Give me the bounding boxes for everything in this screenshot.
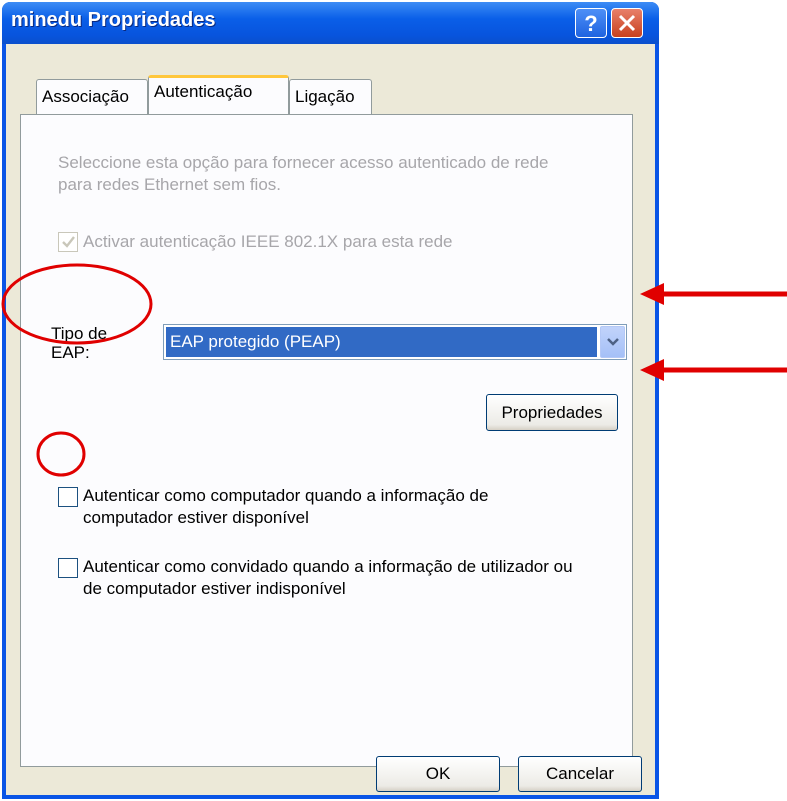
help-button[interactable]: ? (575, 8, 607, 38)
title-bar[interactable]: minedu Propriedades ? (2, 2, 659, 44)
enable-8021x-label: Activar autenticação IEEE 802.1X para es… (83, 232, 453, 251)
auth-as-guest-checkbox[interactable] (58, 558, 78, 578)
enable-8021x-checkbox[interactable] (58, 232, 78, 252)
eap-type-dropdown[interactable]: EAP protegido (PEAP) (163, 324, 627, 360)
tab-label: Ligação (295, 87, 355, 106)
properties-dialog: minedu Propriedades ? Associação Autenti… (2, 2, 659, 799)
auth-as-guest-label-line-2: de computador estiver indisponível (83, 579, 346, 598)
eap-type-label-line-1: Tipo de (51, 324, 108, 343)
eap-type-label-line-2: EAP: (51, 343, 90, 362)
auth-as-computer-label-line-2: computador estiver disponível (83, 508, 309, 527)
properties-button[interactable]: Propriedades (486, 394, 618, 431)
arrow-to-properties-icon (640, 359, 787, 381)
eap-type-selected-value: EAP protegido (PEAP) (166, 327, 597, 357)
dialog-body: Associação Autenticação Ligação Seleccio… (6, 44, 655, 795)
checkmark-icon (62, 236, 75, 248)
description-line-1: Seleccione esta opção para fornecer aces… (58, 153, 549, 172)
close-icon (618, 14, 636, 32)
help-icon: ? (584, 12, 597, 34)
window-title: minedu Propriedades (11, 9, 216, 31)
tab-autenticacao[interactable]: Autenticação (148, 75, 289, 114)
auth-as-guest-label-line-1: Autenticar como convidado quando a infor… (83, 557, 573, 576)
svg-text:?: ? (584, 12, 597, 34)
arrow-to-dropdown-icon (640, 283, 787, 305)
tab-ligacao[interactable]: Ligação (289, 79, 372, 114)
ok-button[interactable]: OK (376, 756, 500, 792)
chevron-down-icon (606, 338, 619, 346)
tab-panel (20, 114, 633, 767)
dropdown-arrow-button[interactable] (600, 326, 625, 358)
cancel-button[interactable]: Cancelar (518, 756, 642, 792)
auth-as-computer-checkbox[interactable] (58, 487, 78, 507)
tab-label: Associação (42, 87, 129, 106)
tab-label: Autenticação (154, 82, 253, 101)
auth-as-computer-label-line-1: Autenticar como computador quando a info… (83, 486, 489, 505)
tab-associacao[interactable]: Associação (36, 79, 148, 114)
description-line-2: para redes Ethernet sem fios. (58, 175, 282, 194)
close-button[interactable] (611, 8, 643, 38)
